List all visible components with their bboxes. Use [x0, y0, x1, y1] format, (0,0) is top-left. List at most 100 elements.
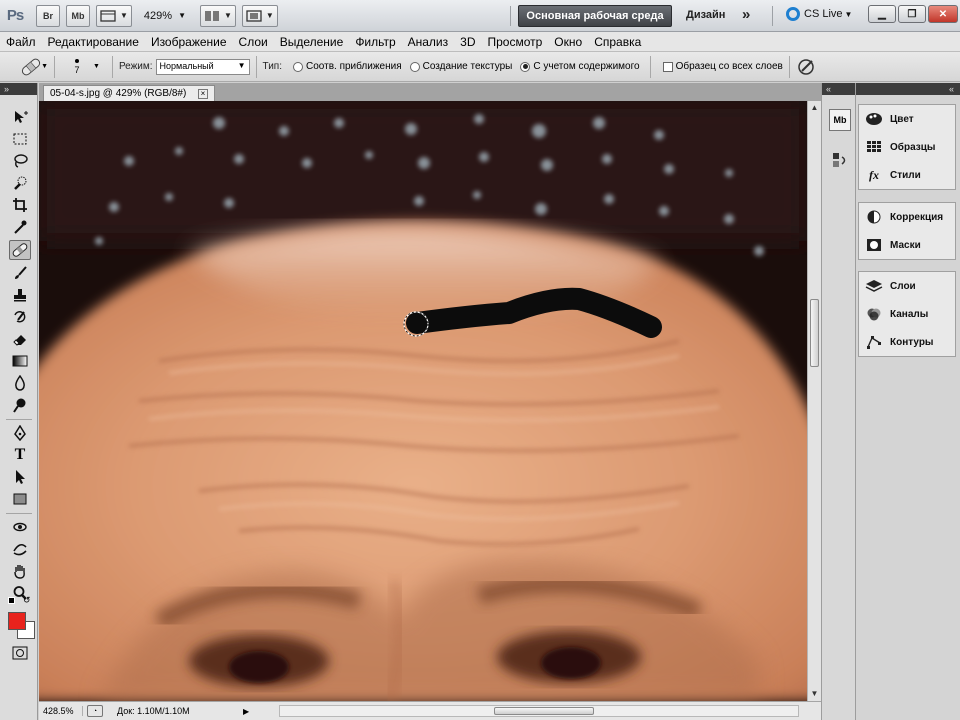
horizontal-scroll-thumb[interactable] — [494, 707, 594, 715]
menu-view[interactable]: Просмотр — [487, 35, 542, 49]
dodge-tool[interactable] — [9, 395, 31, 415]
ps-logo: Ps — [6, 7, 24, 24]
workspace-more-button[interactable]: » — [742, 6, 750, 23]
radio-content-label: С учетом содержимого — [533, 61, 640, 72]
maximize-button[interactable]: ❐ — [898, 5, 926, 23]
move-tool[interactable] — [9, 107, 31, 127]
panel-adjustments[interactable]: Коррекция — [859, 203, 955, 231]
scroll-down-icon[interactable]: ▼ — [808, 687, 821, 701]
separator — [111, 55, 113, 78]
bridge-button[interactable]: Br — [36, 4, 60, 27]
minibridge-button[interactable]: Mb — [66, 4, 90, 27]
arrange-documents-button[interactable]: ▼ — [199, 4, 236, 27]
layers-icon — [865, 279, 883, 293]
menu-image[interactable]: Изображение — [151, 35, 227, 49]
menu-select[interactable]: Выделение — [280, 35, 344, 49]
radio-content-aware[interactable] — [520, 61, 531, 72]
scroll-up-icon[interactable]: ▲ — [808, 101, 821, 115]
tool-preset-picker[interactable]: ▼ — [18, 56, 48, 78]
band-aid-icon — [21, 58, 41, 75]
panel-styles-label: Стили — [890, 169, 921, 181]
radio-create-texture[interactable] — [409, 61, 420, 72]
spot-healing-brush-tool[interactable] — [9, 240, 31, 260]
close-icon: ✕ — [938, 8, 948, 20]
sample-all-layers-label: Образец со всех слоев — [675, 61, 783, 72]
3d-orbit-icon — [13, 543, 27, 556]
minimize-button[interactable]: ▁ — [868, 5, 896, 23]
hand-tool[interactable] — [9, 561, 31, 581]
menu-3d[interactable]: 3D — [460, 35, 475, 49]
document-tab[interactable]: 05-04-s.jpg @ 429% (RGB/8#) × — [43, 85, 215, 101]
menu-filter[interactable]: Фильтр — [355, 35, 395, 49]
blur-tool[interactable] — [9, 373, 31, 393]
panel-color[interactable]: Цвет — [859, 105, 955, 133]
status-zoom-value[interactable]: 428.5% — [39, 706, 83, 716]
menu-window[interactable]: Окно — [554, 35, 582, 49]
clone-stamp-tool[interactable] — [9, 285, 31, 305]
panel-group-layers: Слои Каналы Контуры — [858, 271, 956, 357]
menu-help[interactable]: Справка — [594, 35, 641, 49]
workspace-essentials-button[interactable]: Основная рабочая среда — [518, 5, 672, 27]
view-extras-button[interactable]: ▼ — [96, 4, 132, 27]
path-selection-tool[interactable] — [9, 467, 31, 487]
brush-tool[interactable] — [9, 263, 31, 283]
zoom-level-dropdown[interactable]: 429% ▼ — [144, 10, 186, 22]
workspace-design-button[interactable]: Дизайн — [686, 9, 725, 21]
cs-live-button[interactable]: CS Live ▼ — [786, 7, 852, 21]
status-menu-arrow-icon[interactable]: ▶ — [243, 707, 249, 716]
default-colors-icon[interactable] — [8, 597, 15, 604]
chevron-down-icon[interactable]: ▼ — [93, 63, 100, 70]
menu-analysis[interactable]: Анализ — [408, 35, 449, 49]
radio-proximity-match[interactable] — [293, 61, 303, 72]
panel-masks[interactable]: Маски — [859, 231, 955, 259]
marquee-tool[interactable] — [9, 129, 31, 149]
close-window-button[interactable]: ✕ — [928, 5, 958, 23]
vertical-scrollbar[interactable]: ▲ ▼ — [807, 101, 821, 701]
brush-tip-icon — [75, 58, 79, 63]
foreground-color-swatch[interactable] — [8, 612, 26, 630]
horizontal-scrollbar[interactable] — [279, 705, 799, 717]
menu-edit[interactable]: Редактирование — [48, 35, 139, 49]
swap-colors-icon[interactable]: ↺ — [23, 595, 31, 606]
gradient-tool[interactable] — [9, 351, 31, 371]
eraser-tool[interactable] — [9, 329, 31, 349]
3d-rotate-tool[interactable] — [9, 517, 31, 537]
crop-icon — [13, 198, 27, 212]
brush-picker[interactable]: 7 — [61, 55, 93, 79]
panel-adjustments-label: Коррекция — [890, 211, 944, 223]
history-panel-button[interactable] — [829, 149, 851, 171]
mode-select[interactable]: Нормальный ▼ — [155, 58, 250, 75]
sample-all-layers-checkbox[interactable] — [662, 61, 673, 72]
panel-channels[interactable]: Каналы — [859, 300, 955, 328]
separator — [649, 55, 651, 78]
panel-styles[interactable]: fx Стили — [859, 161, 955, 189]
tools-panel-collapse-icon[interactable]: » — [0, 83, 37, 95]
shape-tool[interactable] — [9, 489, 31, 509]
brush-icon — [15, 266, 27, 279]
close-document-icon[interactable]: × — [198, 88, 208, 99]
panel-layers-label: Слои — [890, 280, 916, 292]
panel-layers[interactable]: Слои — [859, 272, 955, 300]
pressure-size-icon[interactable] — [796, 57, 816, 77]
3d-orbit-tool[interactable] — [9, 539, 31, 559]
eyedropper-tool[interactable] — [9, 217, 31, 237]
quick-selection-tool[interactable] — [9, 173, 31, 193]
menu-layer[interactable]: Слои — [239, 35, 268, 49]
quick-mask-button[interactable] — [9, 643, 31, 663]
vertical-scroll-thumb[interactable] — [810, 299, 819, 367]
dock-collapse-icon[interactable]: « — [822, 83, 855, 95]
type-tool[interactable]: T — [9, 445, 31, 465]
image-canvas[interactable] — [39, 101, 807, 701]
lasso-tool[interactable] — [9, 151, 31, 171]
screen-mode-button[interactable]: ▼ — [241, 4, 278, 27]
pen-tool[interactable] — [9, 423, 31, 443]
dock-panels-expand-icon[interactable]: « — [856, 83, 960, 95]
panel-paths[interactable]: Контуры — [859, 328, 955, 356]
chevron-down-icon: ▼ — [120, 11, 128, 20]
minibridge-panel-button[interactable]: Mb — [829, 109, 851, 131]
panel-swatches[interactable]: Образцы — [859, 133, 955, 161]
status-info-icon[interactable]: ◔ — [87, 705, 103, 717]
menu-file[interactable]: Файл — [6, 35, 36, 49]
crop-tool[interactable] — [9, 195, 31, 215]
history-brush-tool[interactable] — [9, 307, 31, 327]
